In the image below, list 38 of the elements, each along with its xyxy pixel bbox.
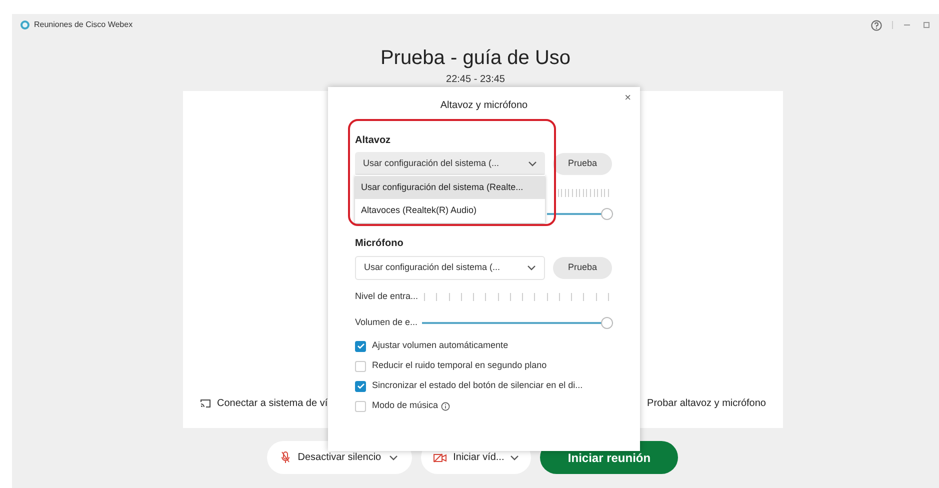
restore-icon[interactable] [923,21,931,29]
close-button[interactable]: × [624,93,631,104]
chevron-down-icon [527,265,536,271]
speaker-option[interactable]: Usar configuración del sistema (Realte... [355,176,545,199]
microphone-off-icon [280,451,290,464]
checkbox-label: Sincronizar el estado del botón de silenciar en el di... [372,379,583,392]
volume-slider[interactable] [422,317,613,329]
video-off-icon [433,452,448,462]
help-icon[interactable] [871,20,882,30]
input-level-label: Nivel de entra... [355,290,418,304]
connect-video-system-label[interactable]: Conectar a sistema de ví [217,396,328,411]
checkbox-label: Reducir el ruido temporal en segundo plano [372,359,547,372]
checkbox-label: Modo de música [372,399,438,412]
cast-icon [200,399,211,408]
checkbox[interactable] [355,380,366,392]
microphone-test-button[interactable]: Prueba [553,257,612,279]
checkbox[interactable] [355,400,366,412]
meeting-time: 22:45 - 23:45 [446,73,505,87]
chevron-down-icon [528,161,537,167]
dialog-title: Altavoz y micrófono [440,98,528,112]
chevron-down-icon [389,454,398,460]
test-speaker-microphone-link[interactable]: Probar altavoz y micrófono [647,396,766,411]
chevron-down-icon [510,454,520,460]
microphone-dropdown[interactable]: Usar configuración del sistema (... [355,256,545,280]
checkbox[interactable] [355,360,366,372]
app-logo-icon [20,20,30,30]
checkbox[interactable] [355,340,366,352]
checkbox-label: Ajustar volumen automáticamente [372,339,508,352]
speaker-dropdown[interactable]: Usar configuración del sistema (... [355,152,545,176]
speaker-test-button[interactable]: Prueba [553,153,612,175]
info-icon[interactable] [441,402,450,410]
meeting-title: Prueba - guía de Uso [380,46,571,70]
microphone-label: Micrófono [355,238,404,250]
window-title: Reuniones de Cisco Webex [34,19,133,31]
speaker-label: Altavoz [355,135,392,147]
speaker-option[interactable]: Altavoces (Realtek(R) Audio) [355,199,545,222]
volume-slider[interactable] [547,208,613,220]
output-volume-label: Volumen de e... [355,316,418,330]
